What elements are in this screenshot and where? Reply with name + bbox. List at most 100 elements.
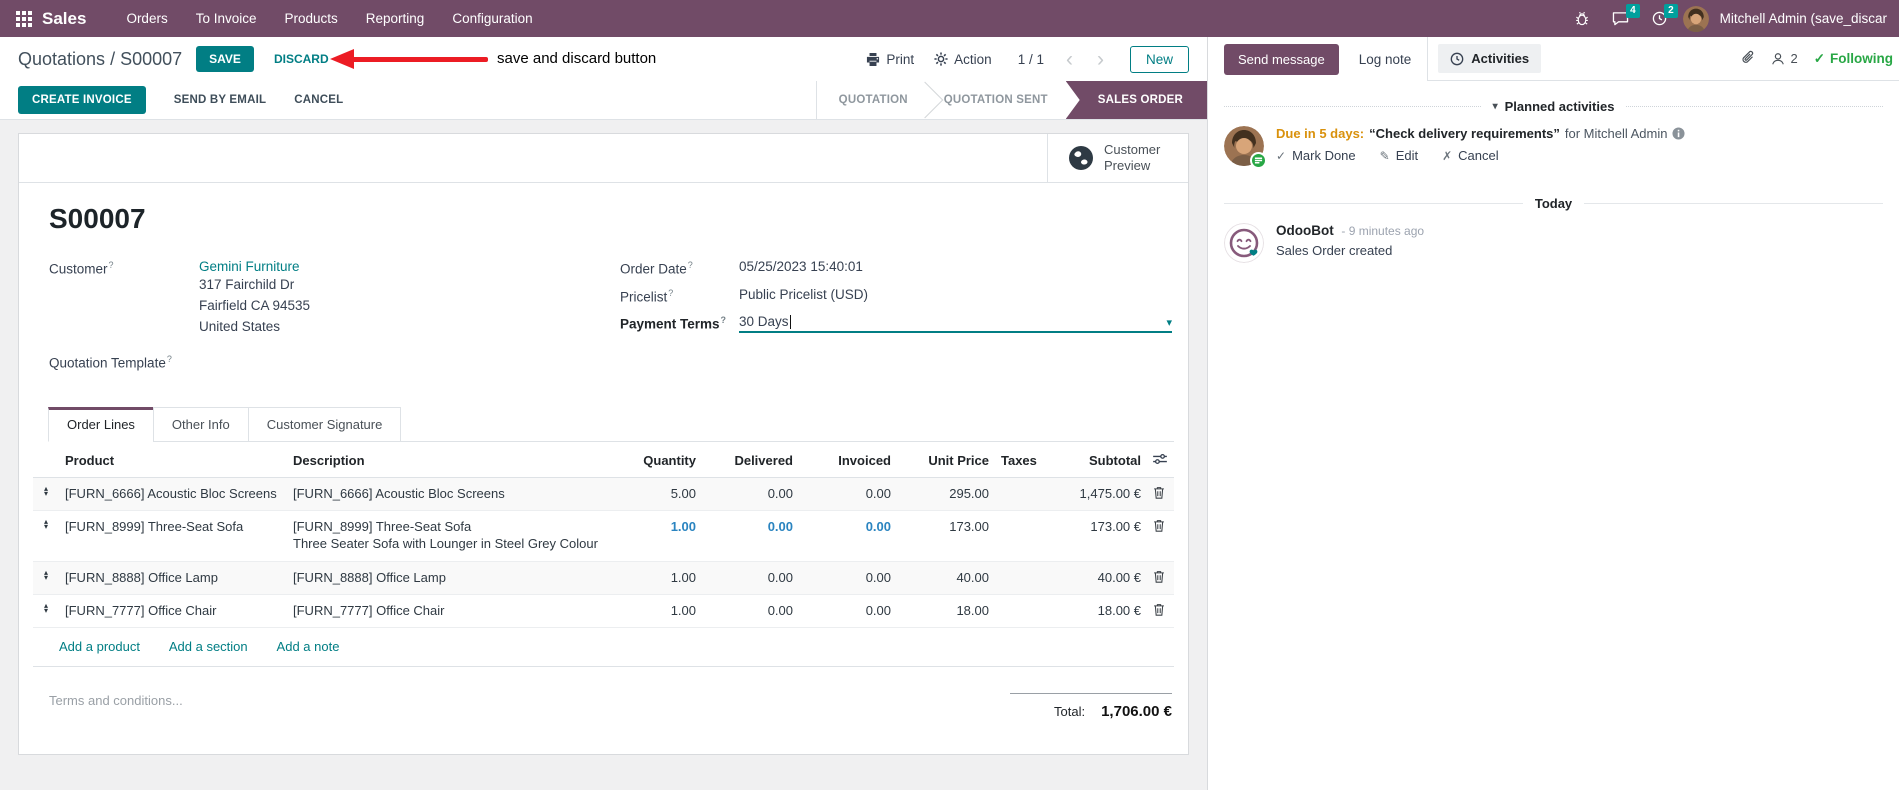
print-button[interactable]: Print <box>866 52 914 67</box>
app-name[interactable]: Sales <box>42 9 86 29</box>
odoobot-avatar[interactable] <box>1224 223 1264 263</box>
message-author[interactable]: OdooBot <box>1276 223 1334 238</box>
today-label: Today <box>1534 196 1573 211</box>
customer-preview-button[interactable]: Customer Preview <box>1047 134 1188 182</box>
info-icon[interactable] <box>1672 127 1686 140</box>
log-note-button[interactable]: Log note <box>1359 52 1412 67</box>
table-row[interactable]: ▴ ▾ [FURN_7777] Office Chair [FURN_7777] … <box>33 594 1174 627</box>
delete-line-icon[interactable] <box>1153 519 1165 535</box>
drag-handle-icon[interactable]: ▴ ▾ <box>33 510 59 561</box>
messages-icon[interactable]: 4 <box>1605 4 1640 30</box>
debug-bug-icon[interactable] <box>1568 7 1596 30</box>
table-row[interactable]: ▴ ▾ [FURN_8888] Office Lamp [FURN_8888] O… <box>33 561 1174 594</box>
followers-icon <box>1772 52 1785 64</box>
send-by-email-button[interactable]: SEND BY EMAIL <box>174 94 266 106</box>
user-name[interactable]: Mitchell Admin (save_discar <box>1720 11 1887 26</box>
order-form: Customer? Gemini Furniture 317 Fairchild… <box>49 259 1174 381</box>
add-a-section-link[interactable]: Add a section <box>169 639 248 654</box>
apps-grid-icon[interactable] <box>16 10 32 27</box>
pager-previous-icon[interactable]: ‹ <box>1064 49 1075 70</box>
stage-sales-order[interactable]: SALES ORDER <box>1065 81 1207 119</box>
optional-columns-button[interactable] <box>1147 443 1174 478</box>
delete-line-icon[interactable] <box>1153 570 1165 586</box>
breadcrumb: Quotations / S00007 <box>18 49 182 70</box>
total-label: Total: <box>1054 703 1086 719</box>
cross-icon: ✗ <box>1442 148 1453 163</box>
col-invoiced[interactable]: Invoiced <box>799 443 897 478</box>
col-description[interactable]: Description <box>287 443 624 478</box>
globe-icon <box>1069 146 1093 170</box>
activities-clock-icon[interactable]: 2 <box>1645 4 1678 30</box>
cancel-activity-button[interactable]: ✗ Cancel <box>1442 148 1499 163</box>
user-avatar[interactable] <box>1682 5 1709 32</box>
delete-line-icon[interactable] <box>1153 603 1165 619</box>
attachment-button[interactable] <box>1741 50 1755 68</box>
col-taxes[interactable]: Taxes <box>995 443 1050 478</box>
tab-other-info[interactable]: Other Info <box>152 406 249 442</box>
planned-activity-item: Due in 5 days: “Check delivery requireme… <box>1224 126 1883 169</box>
activities-badge: 2 <box>1664 4 1678 18</box>
menu-configuration[interactable]: Configuration <box>438 0 546 37</box>
planned-activities-toggle[interactable]: ▾ Planned activities <box>1493 99 1615 114</box>
col-quantity[interactable]: Quantity <box>624 443 702 478</box>
payment-terms-input[interactable]: 30 Days ▾ <box>739 314 1172 333</box>
customer-address: 317 Fairchild Dr Fairfield CA 94535 Unit… <box>199 277 311 334</box>
add-a-product-link[interactable]: Add a product <box>59 639 140 654</box>
menu-reporting[interactable]: Reporting <box>352 0 439 37</box>
add-a-note-link[interactable]: Add a note <box>277 639 340 654</box>
menu-products[interactable]: Products <box>271 0 352 37</box>
pricelist-label: Pricelist? <box>620 287 674 305</box>
add-links-row: Add a product Add a section Add a note <box>33 627 1174 667</box>
action-button[interactable]: Action <box>934 52 992 67</box>
annotation-arrow-head <box>330 49 354 69</box>
activities-button[interactable]: Activities <box>1438 44 1542 73</box>
col-product[interactable]: Product <box>59 443 287 478</box>
edit-activity-button[interactable]: ✎ Edit <box>1380 148 1418 163</box>
activity-assignee: for Mitchell Admin <box>1564 126 1668 141</box>
pager-next-icon[interactable]: › <box>1095 49 1106 70</box>
create-invoice-button[interactable]: CREATE INVOICE <box>18 86 146 114</box>
customer-label: Customer? <box>49 260 114 277</box>
table-row[interactable]: ▴ ▾ [FURN_8999] Three-Seat Sofa [FURN_899… <box>33 510 1174 561</box>
drag-handle-icon[interactable]: ▴ ▾ <box>33 477 59 510</box>
stage-quotation-sent[interactable]: QUOTATION SENT <box>922 81 1070 119</box>
menu-orders[interactable]: Orders <box>112 0 181 37</box>
table-row[interactable]: ▴ ▾ [FURN_6666] Acoustic Bloc Screens [FU… <box>33 477 1174 510</box>
send-message-button[interactable]: Send message <box>1224 43 1339 75</box>
planned-activities-divider: ▾ Planned activities <box>1224 99 1884 114</box>
order-date-value[interactable]: 05/25/2023 15:40:01 <box>739 259 863 277</box>
tab-order-lines[interactable]: Order Lines <box>48 406 154 442</box>
mark-done-button[interactable]: ✓ Mark Done <box>1276 148 1356 163</box>
terms-and-conditions-input[interactable]: Terms and conditions... <box>49 693 183 720</box>
followers-button[interactable]: 2 <box>1771 51 1798 66</box>
pricelist-value[interactable]: Public Pricelist (USD) <box>739 287 868 305</box>
tab-customer-signature[interactable]: Customer Signature <box>247 406 402 442</box>
message-body: Sales Order created <box>1276 243 1393 258</box>
col-delivered[interactable]: Delivered <box>702 443 799 478</box>
save-button[interactable]: SAVE <box>196 46 254 72</box>
messages-badge: 4 <box>1626 4 1640 18</box>
drag-handle-icon[interactable]: ▴ ▾ <box>33 561 59 594</box>
discard-button[interactable]: DISCARD <box>274 52 329 66</box>
activity-avatar[interactable] <box>1224 126 1267 169</box>
cancel-button[interactable]: CANCEL <box>294 94 343 106</box>
form-content: Customer Preview S00007 Customer? Gemini… <box>0 120 1207 790</box>
table-header-row: Product Description Quantity Delivered I… <box>33 443 1174 478</box>
col-unit-price[interactable]: Unit Price <box>897 443 995 478</box>
chevron-down-icon[interactable]: ▾ <box>1166 316 1172 329</box>
drag-handle-icon[interactable]: ▴ ▾ <box>33 594 59 627</box>
statusbar: CREATE INVOICE SEND BY EMAIL CANCEL QUOT… <box>0 81 1207 120</box>
message-timestamp: - 9 minutes ago <box>1341 224 1425 238</box>
order-lines-table: Product Description Quantity Delivered I… <box>33 443 1174 667</box>
customer-link[interactable]: Gemini Furniture <box>199 259 300 274</box>
gear-icon <box>934 52 948 66</box>
delete-line-icon[interactable] <box>1153 486 1165 502</box>
new-button[interactable]: New <box>1129 45 1189 73</box>
breadcrumb-quotations[interactable]: Quotations <box>18 49 105 69</box>
col-subtotal[interactable]: Subtotal <box>1050 443 1147 478</box>
following-button[interactable]: ✓ Following <box>1814 51 1893 67</box>
sheet-header: Customer Preview <box>19 134 1188 183</box>
menu-to-invoice[interactable]: To Invoice <box>182 0 271 37</box>
check-icon: ✓ <box>1813 50 1825 66</box>
annotation-text: save and discard button <box>497 50 657 67</box>
